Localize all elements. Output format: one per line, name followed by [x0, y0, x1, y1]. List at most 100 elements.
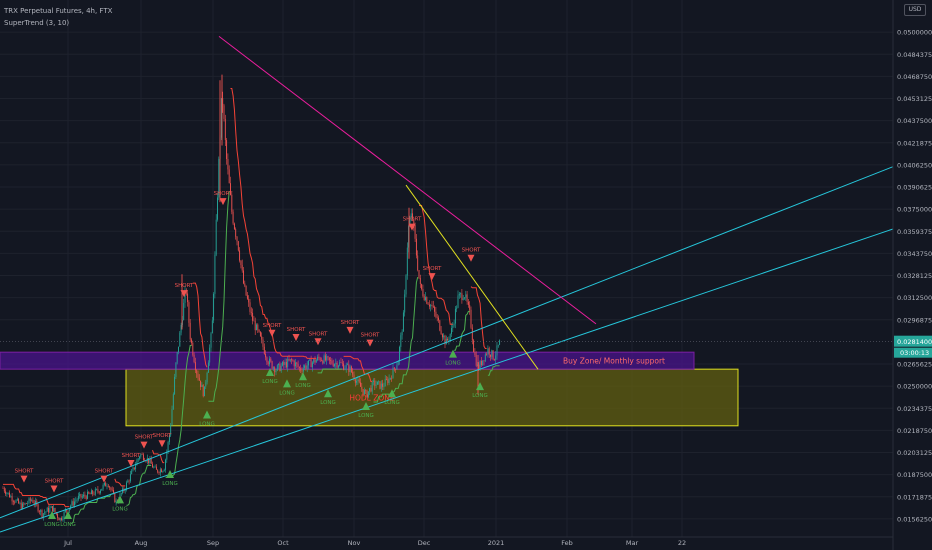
- short-signal-label: SHORT: [403, 217, 422, 223]
- candle-body: [113, 490, 114, 493]
- candle-body: [96, 489, 98, 490]
- candle-body: [41, 510, 43, 518]
- candle-body: [285, 361, 287, 368]
- candle-body: [405, 275, 407, 295]
- chart-background: [0, 0, 932, 550]
- long-signal-label: LONG: [279, 390, 295, 396]
- y-tick-label: 0.0265625: [897, 361, 932, 369]
- candle-body: [417, 255, 419, 271]
- candle-body: [109, 486, 111, 488]
- short-signal-label: SHORT: [175, 283, 194, 289]
- candle-body: [24, 503, 26, 505]
- candle-body: [165, 459, 166, 470]
- candle-body: [167, 441, 169, 452]
- candle-body: [365, 390, 367, 391]
- candle-body: [306, 365, 308, 369]
- short-signal-label: SHORT: [287, 327, 306, 333]
- candle-body: [40, 510, 42, 512]
- candle-body: [241, 264, 243, 271]
- candle-body: [488, 348, 490, 355]
- candle-body: [311, 362, 313, 368]
- candle-body: [383, 386, 385, 387]
- candle-body: [16, 499, 18, 501]
- candle-body: [347, 364, 348, 365]
- candle-body: [178, 346, 179, 353]
- y-tick-label: 0.0171875: [897, 493, 932, 501]
- candle-body: [150, 458, 152, 464]
- short-signal-label: SHORT: [361, 333, 380, 339]
- candle-body: [44, 512, 46, 514]
- candle-body: [235, 229, 237, 237]
- candle-body: [378, 381, 380, 382]
- candle-body: [14, 501, 16, 503]
- candle-body: [62, 518, 64, 520]
- x-tick-label: Feb: [561, 539, 573, 547]
- candle-body: [25, 503, 27, 504]
- candle-body: [401, 331, 403, 336]
- candle-body: [301, 370, 303, 372]
- candle-body: [80, 494, 82, 498]
- price-chart[interactable]: HODL ZONEBuy Zone/ Monthly support SHORT…: [0, 0, 932, 550]
- candle-body: [189, 322, 191, 340]
- candle-body: [93, 493, 95, 495]
- y-tick-label: 0.0390625: [897, 184, 932, 192]
- candle-body: [161, 469, 163, 473]
- candle-body: [496, 345, 498, 356]
- candle-body: [53, 507, 55, 512]
- candle-body: [491, 350, 493, 357]
- candle-body: [66, 510, 68, 511]
- candle-body: [19, 502, 21, 504]
- candle-body: [159, 469, 161, 474]
- candle-body: [12, 501, 14, 502]
- candle-body: [392, 367, 394, 379]
- candle-body: [432, 305, 434, 307]
- candle-body: [425, 297, 426, 301]
- candle-body: [284, 361, 286, 365]
- y-tick-label: 0.0296875: [897, 316, 932, 324]
- candle-body: [269, 358, 270, 365]
- y-tick-label: 0.0218750: [897, 427, 932, 435]
- candle-body: [174, 376, 176, 395]
- candle-body: [76, 499, 78, 501]
- candle-body: [462, 298, 464, 300]
- candle-body: [42, 513, 44, 518]
- symbol-title[interactable]: TRX Perpetual Futures, 4h, FTX: [4, 5, 112, 17]
- candle-body: [336, 362, 338, 368]
- candle-body: [202, 384, 204, 397]
- candle-body: [111, 489, 113, 491]
- candle-body: [193, 354, 195, 363]
- x-tick-label: Mar: [626, 539, 639, 547]
- candle-body: [300, 367, 302, 371]
- candle-body: [326, 356, 328, 361]
- chart-legend: TRX Perpetual Futures, 4h, FTX SuperTren…: [4, 5, 112, 29]
- candle-body: [369, 387, 371, 392]
- candle-body: [464, 297, 465, 299]
- candle-body: [89, 493, 91, 495]
- indicator-title[interactable]: SuperTrend (3, 10): [4, 17, 112, 29]
- y-tick-label: 0.0500000: [897, 29, 932, 37]
- candle-body: [479, 360, 481, 370]
- candle-body: [349, 366, 351, 373]
- candle-body: [253, 320, 255, 322]
- candle-body: [440, 330, 442, 335]
- candle-body: [233, 223, 235, 230]
- candle-body: [133, 467, 135, 470]
- candle-body: [217, 197, 218, 220]
- long-signal-label: LONG: [112, 506, 128, 512]
- candle-body: [292, 360, 294, 361]
- candle-body: [389, 377, 391, 379]
- candle-body: [154, 466, 156, 468]
- candle-body: [102, 484, 104, 489]
- long-signal-label: LONG: [384, 400, 400, 406]
- candle-body: [447, 338, 449, 341]
- candle-body: [297, 364, 299, 368]
- candle-body: [484, 354, 486, 362]
- currency-badge[interactable]: USD: [904, 4, 926, 16]
- candle-body: [23, 503, 25, 505]
- candle-body: [422, 289, 424, 296]
- x-tick-label: Jul: [63, 539, 72, 547]
- candle-body: [391, 377, 393, 379]
- candle-body: [5, 491, 7, 494]
- candle-body: [419, 278, 421, 285]
- long-signal-label: LONG: [472, 393, 488, 399]
